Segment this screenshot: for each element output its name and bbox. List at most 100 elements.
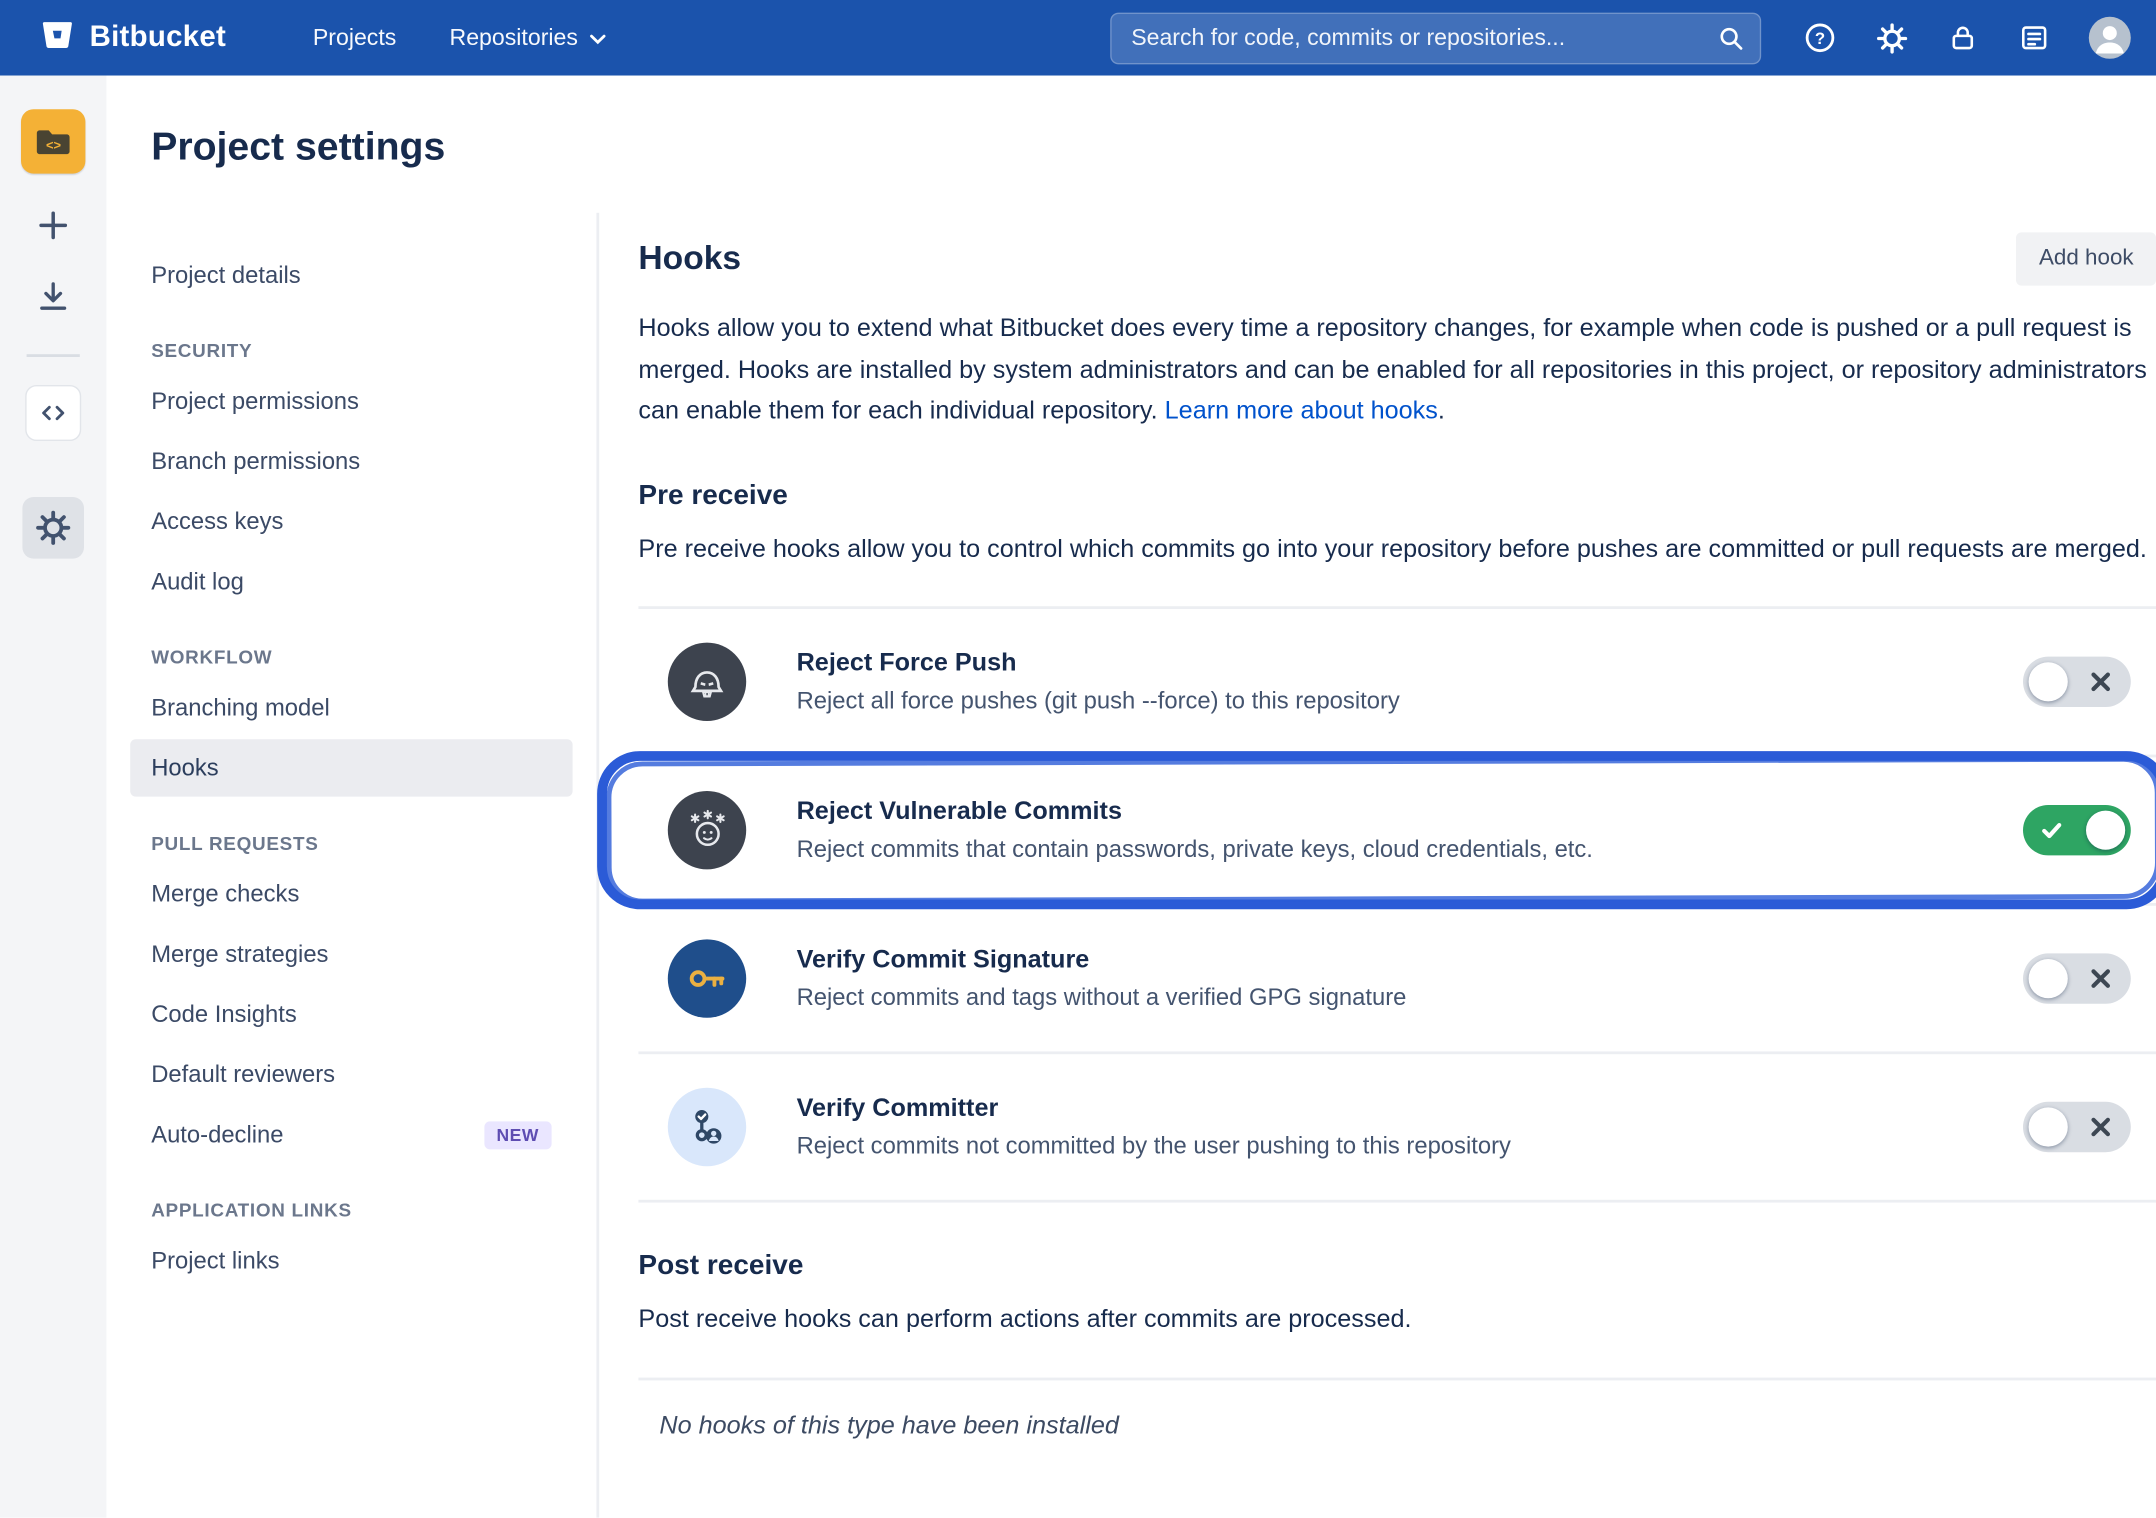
post-receive-description: Post receive hooks can perform actions a… xyxy=(638,1299,2156,1340)
hooks-intro-suffix: . xyxy=(1438,396,1445,424)
hook-row-verify-commit-signature: Verify Commit Signature Reject commits a… xyxy=(638,906,2156,1054)
download-icon[interactable] xyxy=(32,276,74,318)
search-icon[interactable] xyxy=(1718,25,1745,59)
top-navbar: Bitbucket Projects Repositories ? xyxy=(0,0,2156,76)
nav-item-label: Audit log xyxy=(151,567,244,596)
hook-toggle[interactable] xyxy=(2023,1102,2131,1152)
toggle-off-x-icon xyxy=(2090,968,2111,989)
settings-nav-item-audit-log[interactable]: Audit log xyxy=(130,553,572,610)
hook-toggle[interactable] xyxy=(2023,805,2131,855)
nav-item-label: Branching model xyxy=(151,693,330,722)
create-plus-icon[interactable] xyxy=(32,204,74,246)
settings-nav-item-access-keys[interactable]: Access keys xyxy=(130,493,572,550)
settings-gear-icon[interactable] xyxy=(22,497,84,559)
primary-nav: Projects Repositories xyxy=(313,25,606,52)
hook-row-reject-force-push: Reject Force Push Reject all force pushe… xyxy=(638,609,2156,757)
nav-link-repositories[interactable]: Repositories xyxy=(450,25,606,52)
nav-item-label: Project details xyxy=(151,260,300,289)
nav-link-projects[interactable]: Projects xyxy=(313,25,396,52)
settings-nav-item-project-details[interactable]: Project details xyxy=(130,246,572,303)
svg-text:<>: <> xyxy=(46,137,62,152)
settings-nav-item-project-permissions[interactable]: Project permissions xyxy=(130,372,572,429)
nav-item-label: Project links xyxy=(151,1246,279,1275)
svg-text:?: ? xyxy=(1815,29,1825,48)
chevron-down-icon xyxy=(589,25,606,52)
hook-toggle[interactable] xyxy=(2023,953,2131,1003)
settings-nav-item-branching-model[interactable]: Branching model xyxy=(130,679,572,736)
settings-nav-item-auto-decline[interactable]: Auto-decline NEW xyxy=(130,1106,572,1163)
settings-nav-section-application-links: APPLICATION LINKS xyxy=(130,1200,572,1221)
settings-nav-item-branch-permissions[interactable]: Branch permissions xyxy=(130,433,572,490)
hook-description: Reject all force pushes (git push --forc… xyxy=(797,687,2023,715)
toggle-knob xyxy=(2029,1107,2068,1146)
bitbucket-wordmark: Bitbucket xyxy=(90,21,226,55)
nav-item-label: Hooks xyxy=(151,753,218,782)
hook-title: Reject Force Push xyxy=(797,648,2023,677)
gear-icon[interactable] xyxy=(1875,21,1909,55)
hook-text: Verify Commit Signature Reject commits a… xyxy=(797,945,2023,1012)
settings-nav-item-default-reviewers[interactable]: Default reviewers xyxy=(130,1046,572,1103)
hook-row-verify-committer: Verify Committer Reject commits not comm… xyxy=(638,1054,2156,1202)
changelog-icon[interactable] xyxy=(2017,21,2051,55)
project-settings-nav: Project details SECURITY Project permiss… xyxy=(106,213,599,1518)
nav-item-label: Project permissions xyxy=(151,386,359,415)
settings-nav-item-merge-checks[interactable]: Merge checks xyxy=(130,865,572,922)
hook-description: Reject commits and tags without a verifi… xyxy=(797,984,2023,1012)
hook-text: Reject Force Push Reject all force pushe… xyxy=(797,648,2023,715)
bitbucket-logo[interactable]: Bitbucket xyxy=(39,16,226,59)
hooks-heading: Hooks xyxy=(638,239,741,278)
hooks-panel: Hooks Add hook Hooks allow you to extend… xyxy=(599,213,2156,1518)
hook-text: Reject Vulnerable Commits Reject commits… xyxy=(797,797,2023,864)
page-title: Project settings xyxy=(151,123,2111,171)
nav-item-label: Merge strategies xyxy=(151,939,328,968)
hook-title: Reject Vulnerable Commits xyxy=(797,797,2023,826)
key-icon xyxy=(668,939,746,1017)
navbar-actions: ? xyxy=(1803,17,2131,59)
hooks-intro: Hooks allow you to extend what Bitbucket… xyxy=(638,308,2156,432)
post-receive-divider xyxy=(638,1377,2156,1380)
user-avatar[interactable] xyxy=(2089,17,2131,59)
settings-nav-section-pull-requests: PULL REQUESTS xyxy=(130,833,572,854)
settings-nav-item-merge-strategies[interactable]: Merge strategies xyxy=(130,925,572,982)
main-content: Project settings Project details SECURIT… xyxy=(106,76,2156,1518)
nav-item-label: Merge checks xyxy=(151,879,299,908)
nav-item-label: Auto-decline xyxy=(151,1120,283,1149)
toggle-knob xyxy=(2086,811,2125,850)
pre-receive-description: Pre receive hooks allow you to control w… xyxy=(638,529,2156,570)
nav-item-label: Branch permissions xyxy=(151,447,360,476)
toggle-off-x-icon xyxy=(2090,671,2111,692)
add-hook-button[interactable]: Add hook xyxy=(2017,232,2156,285)
nav-item-label: Default reviewers xyxy=(151,1060,335,1089)
hook-row-reject-vulnerable-commits: Reject Vulnerable Commits Reject commits… xyxy=(638,757,2156,905)
toggle-knob xyxy=(2029,662,2068,701)
ornate-face-icon xyxy=(668,791,746,869)
settings-nav-item-hooks[interactable]: Hooks xyxy=(130,739,572,796)
new-badge: NEW xyxy=(484,1121,552,1149)
toggle-on-check-icon xyxy=(2041,820,2062,841)
toggle-knob xyxy=(2029,959,2068,998)
bitbucket-logo-icon xyxy=(39,16,75,59)
nav-link-label: Projects xyxy=(313,25,396,52)
search-input[interactable] xyxy=(1110,12,1761,64)
rail-divider xyxy=(27,354,80,357)
hook-toggle[interactable] xyxy=(2023,657,2131,707)
hook-description: Reject commits not committed by the user… xyxy=(797,1133,2023,1161)
nav-item-label: Access keys xyxy=(151,507,283,536)
hook-text: Verify Committer Reject commits not comm… xyxy=(797,1093,2023,1160)
hook-title: Verify Committer xyxy=(797,1093,2023,1122)
settings-nav-item-project-links[interactable]: Project links xyxy=(130,1232,572,1289)
toggle-off-x-icon xyxy=(2090,1117,2111,1138)
settings-nav-section-security: SECURITY xyxy=(130,340,572,361)
project-avatar[interactable]: <> xyxy=(21,109,85,173)
hook-description: Reject commits that contain passwords, p… xyxy=(797,836,2023,864)
bitbucket-project-settings-page: Bitbucket Projects Repositories ? xyxy=(0,0,2156,1518)
settings-nav-item-code-insights[interactable]: Code Insights xyxy=(130,986,572,1043)
nav-item-label: Code Insights xyxy=(151,1000,297,1029)
empty-hooks-message: No hooks of this type have been installe… xyxy=(638,1411,2156,1440)
help-icon[interactable]: ? xyxy=(1803,21,1837,55)
code-icon[interactable] xyxy=(25,385,81,441)
global-search xyxy=(1110,12,1761,64)
pre-receive-hook-list: Reject Force Push Reject all force pushe… xyxy=(638,606,2156,1202)
lock-icon[interactable] xyxy=(1946,21,1980,55)
learn-more-link[interactable]: Learn more about hooks xyxy=(1165,396,1438,424)
